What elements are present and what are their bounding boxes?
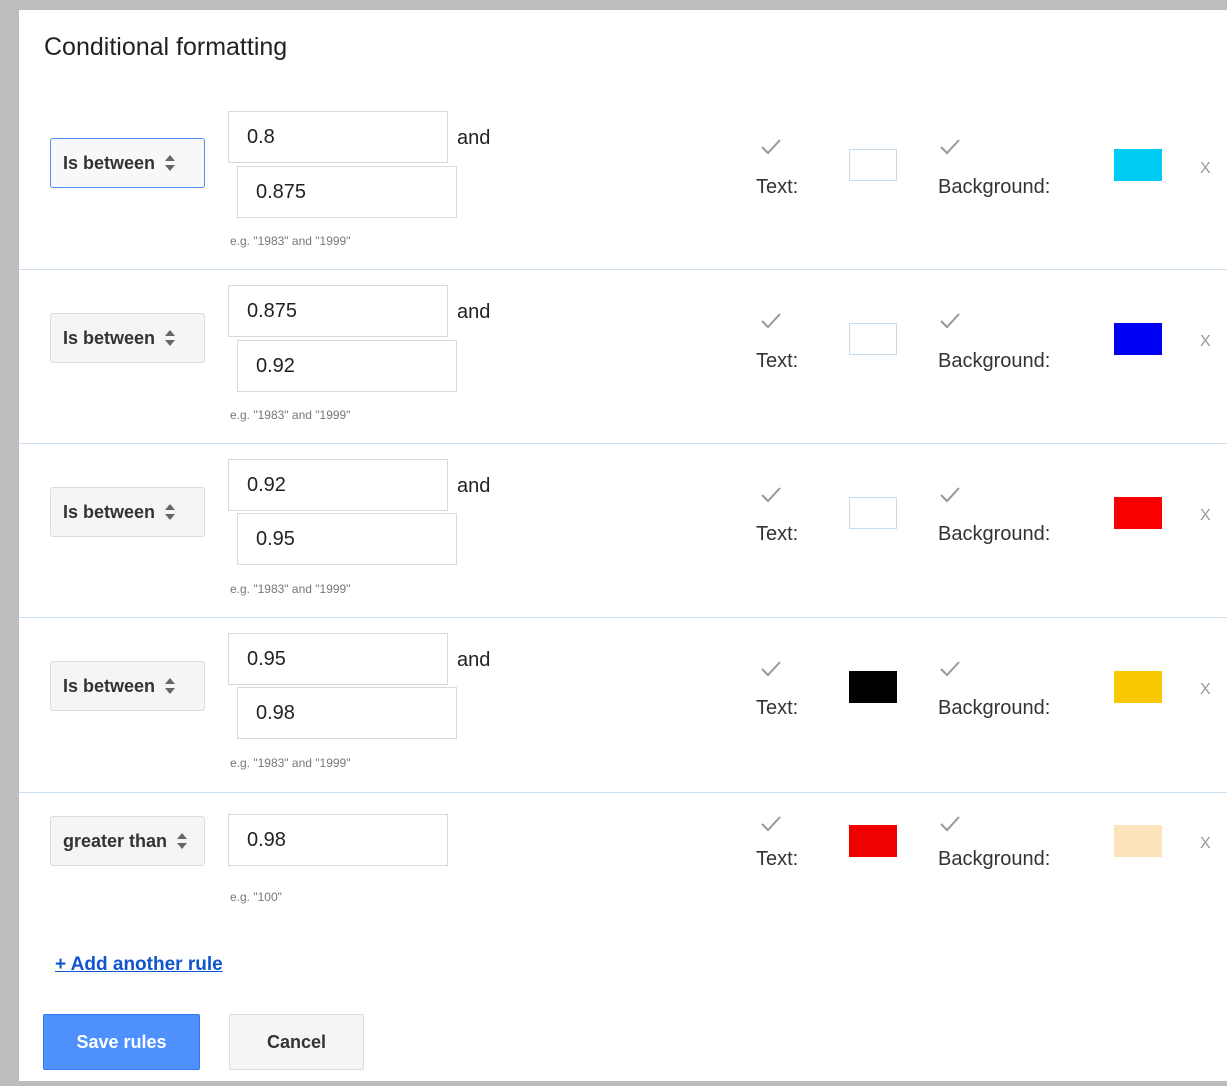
checkmark-icon xyxy=(761,487,781,503)
checkmark-icon xyxy=(940,661,960,677)
background-label: Background: xyxy=(938,176,1051,198)
value-input[interactable]: 0.98 xyxy=(228,814,448,866)
background-color-checkbox[interactable] xyxy=(939,660,961,678)
text-color-checkbox[interactable] xyxy=(760,312,782,330)
background-label: Background: xyxy=(938,848,1051,870)
checkmark-icon xyxy=(761,661,781,677)
text-color-swatch[interactable] xyxy=(849,497,897,529)
background-color-swatch[interactable] xyxy=(1114,323,1162,355)
cancel-button[interactable]: Cancel xyxy=(229,1014,364,1070)
rule-divider xyxy=(19,617,1227,618)
condition-select[interactable]: Is between xyxy=(50,487,205,537)
text-label: Text: xyxy=(756,350,799,372)
text-label: Text: xyxy=(756,523,799,545)
checkmark-icon xyxy=(940,487,960,503)
up-down-arrows-icon xyxy=(164,677,176,695)
and-label: and xyxy=(457,649,491,671)
text-color-checkbox[interactable] xyxy=(760,660,782,678)
up-down-arrows-icon xyxy=(164,154,176,172)
checkmark-icon xyxy=(940,139,960,155)
text-color-checkbox[interactable] xyxy=(760,486,782,504)
background-label: Background: xyxy=(938,523,1051,545)
checkmark-icon xyxy=(761,816,781,832)
background-color-swatch[interactable] xyxy=(1114,497,1162,529)
hint-text: e.g. "1983" and "1999" xyxy=(230,582,351,596)
remove-rule-icon[interactable]: X xyxy=(1200,681,1211,699)
condition-select[interactable]: Is between xyxy=(50,661,205,711)
min-value-input[interactable]: 0.92 xyxy=(228,459,448,511)
dialog-title: Conditional formatting xyxy=(44,33,288,61)
text-color-swatch[interactable] xyxy=(849,671,897,703)
save-rules-button[interactable]: Save rules xyxy=(43,1014,200,1070)
checkmark-icon xyxy=(940,816,960,832)
background-color-checkbox[interactable] xyxy=(939,312,961,330)
condition-label: greater than xyxy=(63,830,168,851)
hint-text: e.g. "1983" and "1999" xyxy=(230,408,351,422)
and-label: and xyxy=(457,475,491,497)
text-color-swatch[interactable] xyxy=(849,149,897,181)
min-value-input[interactable]: 0.875 xyxy=(228,285,448,337)
background-color-swatch[interactable] xyxy=(1114,825,1162,857)
checkmark-icon xyxy=(940,313,960,329)
text-label: Text: xyxy=(756,176,799,198)
background-label: Background: xyxy=(938,350,1051,372)
remove-rule-icon[interactable]: X xyxy=(1200,333,1211,351)
text-color-checkbox[interactable] xyxy=(760,138,782,156)
hint-text: e.g. "100" xyxy=(230,890,282,904)
min-value-input[interactable]: 0.95 xyxy=(228,633,448,685)
condition-label: Is between xyxy=(63,501,156,522)
text-color-checkbox[interactable] xyxy=(760,815,782,833)
rule-divider xyxy=(19,269,1227,270)
remove-rule-icon[interactable]: X xyxy=(1200,835,1211,853)
hint-text: e.g. "1983" and "1999" xyxy=(230,756,351,770)
checkmark-icon xyxy=(761,313,781,329)
up-down-arrows-icon xyxy=(176,832,188,850)
background-label: Background: xyxy=(938,697,1051,719)
background-color-checkbox[interactable] xyxy=(939,138,961,156)
and-label: and xyxy=(457,127,491,149)
text-label: Text: xyxy=(756,697,799,719)
condition-select[interactable]: Is between xyxy=(50,138,205,188)
background-color-checkbox[interactable] xyxy=(939,815,961,833)
background-color-swatch[interactable] xyxy=(1114,671,1162,703)
text-color-swatch[interactable] xyxy=(849,825,897,857)
condition-label: Is between xyxy=(63,675,156,696)
rule-divider xyxy=(19,792,1227,793)
text-color-swatch[interactable] xyxy=(849,323,897,355)
max-value-input[interactable]: 0.98 xyxy=(237,687,457,739)
rule-divider xyxy=(19,443,1227,444)
remove-rule-icon[interactable]: X xyxy=(1200,507,1211,525)
condition-label: Is between xyxy=(63,152,156,173)
hint-text: e.g. "1983" and "1999" xyxy=(230,234,351,248)
add-another-rule-link[interactable]: + Add another rule xyxy=(55,954,223,976)
max-value-input[interactable]: 0.875 xyxy=(237,166,457,218)
max-value-input[interactable]: 0.95 xyxy=(237,513,457,565)
up-down-arrows-icon xyxy=(164,329,176,347)
max-value-input[interactable]: 0.92 xyxy=(237,340,457,392)
condition-label: Is between xyxy=(63,327,156,348)
conditional-formatting-dialog: Conditional formatting Is between 0.8 an… xyxy=(19,10,1227,1081)
checkmark-icon xyxy=(761,139,781,155)
background-color-swatch[interactable] xyxy=(1114,149,1162,181)
up-down-arrows-icon xyxy=(164,503,176,521)
background-color-checkbox[interactable] xyxy=(939,486,961,504)
remove-rule-icon[interactable]: X xyxy=(1200,160,1211,178)
condition-select[interactable]: greater than xyxy=(50,816,205,866)
condition-select[interactable]: Is between xyxy=(50,313,205,363)
text-label: Text: xyxy=(756,848,799,870)
and-label: and xyxy=(457,301,491,323)
min-value-input[interactable]: 0.8 xyxy=(228,111,448,163)
